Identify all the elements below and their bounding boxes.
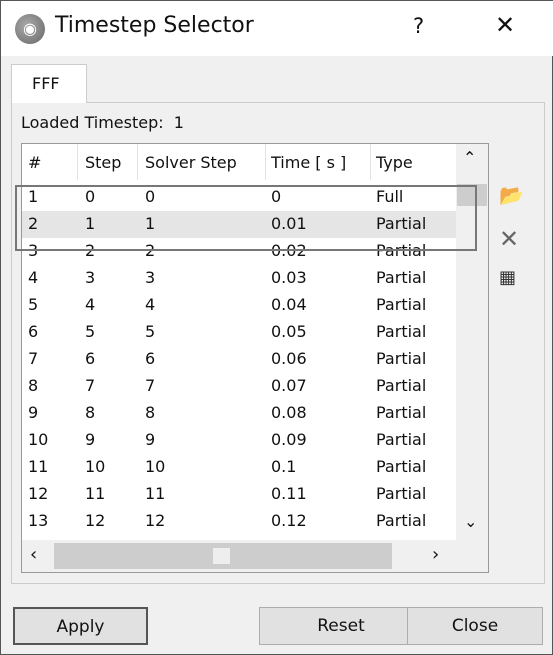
horizontal-scrollbar[interactable]: ‹ › [22, 540, 456, 572]
loaded-timestep: Loaded Timestep: 1 [21, 113, 184, 132]
table-cell: 0.09 [271, 430, 307, 449]
table-cell: 0.06 [271, 349, 307, 368]
table-cell: Partial [376, 376, 427, 395]
close-button[interactable]: Close [407, 607, 543, 645]
table-cell: 7 [85, 376, 96, 395]
table-row[interactable]: 4 3 3 0.03 Partial [22, 265, 456, 292]
table-cell: 13 [28, 511, 49, 530]
table-cell: Partial [376, 349, 427, 368]
table-cell: 0.1 [271, 457, 297, 476]
column-header[interactable]: Time [ s ] [271, 153, 346, 172]
delete-icon[interactable]: ✕ [499, 225, 519, 253]
table-cell: Partial [376, 457, 427, 476]
table-cell: 11 [85, 484, 106, 503]
column-header[interactable]: Type [376, 153, 413, 172]
table-row[interactable]: 11 10 10 0.1 Partial [22, 454, 456, 481]
table-cell: 8 [85, 403, 96, 422]
help-button[interactable]: ? [413, 14, 424, 38]
column-header[interactable]: # [28, 153, 41, 172]
table-header: # Step Solver Step Time [ s ] Type [22, 144, 456, 180]
table-cell: 7 [28, 349, 39, 368]
table-cell: Partial [376, 484, 427, 503]
scroll-up-icon[interactable]: ⌃ [463, 148, 476, 167]
table-row[interactable]: 6 5 5 0.05 Partial [22, 319, 456, 346]
loaded-value: 1 [173, 113, 184, 132]
table-row[interactable]: 12 11 11 0.11 Partial [22, 481, 456, 508]
reset-button[interactable]: Reset [259, 607, 423, 645]
table-cell: 0.07 [271, 376, 307, 395]
column-divider [77, 144, 78, 180]
column-divider [265, 144, 266, 180]
table-cell: Partial [376, 295, 427, 314]
table-cell: 4 [28, 268, 39, 287]
table-cell: 0.08 [271, 403, 307, 422]
film-icon[interactable]: ▦ [499, 267, 516, 288]
scroll-left-icon[interactable]: ‹ [30, 544, 37, 565]
table-row[interactable]: 10 9 9 0.09 Partial [22, 427, 456, 454]
open-folder-icon[interactable]: 📂 [499, 183, 524, 207]
table-cell: Partial [376, 430, 427, 449]
table-row[interactable]: 8 7 7 0.07 Partial [22, 373, 456, 400]
table-cell: 9 [145, 430, 156, 449]
column-header[interactable]: Step [85, 153, 121, 172]
window-title: Timestep Selector [55, 13, 254, 38]
highlight-outline [15, 185, 477, 251]
table-cell: 8 [145, 403, 156, 422]
table-cell: Partial [376, 403, 427, 422]
scroll-corner [456, 540, 488, 572]
table-row[interactable]: 13 12 12 0.12 Partial [22, 508, 456, 535]
table-cell: 11 [28, 457, 49, 476]
table-cell: 6 [145, 349, 156, 368]
table-cell: 0.11 [271, 484, 307, 503]
loaded-label: Loaded Timestep: [21, 113, 164, 132]
table-cell: 4 [145, 295, 156, 314]
table-cell: 9 [28, 403, 39, 422]
table-cell: 11 [145, 484, 166, 503]
tab-fff[interactable]: FFF [11, 64, 87, 103]
apply-button[interactable]: Apply [13, 607, 148, 645]
table-cell: 0.12 [271, 511, 307, 530]
table-cell: 10 [28, 430, 49, 449]
table-cell: 10 [145, 457, 166, 476]
table-cell: Partial [376, 322, 427, 341]
table-cell: 7 [145, 376, 156, 395]
horizontal-scroll-track[interactable] [54, 543, 392, 569]
column-header[interactable]: Solver Step [145, 153, 237, 172]
table-cell: 5 [85, 322, 96, 341]
table-cell: 0.04 [271, 295, 307, 314]
table-cell: 5 [145, 322, 156, 341]
app-eye-icon: ◉ [15, 14, 45, 44]
table-cell: 9 [85, 430, 96, 449]
column-divider [370, 144, 371, 180]
horizontal-scroll-thumb[interactable] [213, 548, 230, 564]
table-cell: 4 [85, 295, 96, 314]
table-cell: 12 [145, 511, 166, 530]
table-cell: 6 [28, 322, 39, 341]
table-cell: 8 [28, 376, 39, 395]
table-row[interactable]: 9 8 8 0.08 Partial [22, 400, 456, 427]
table-cell: 12 [85, 511, 106, 530]
table-row[interactable]: 5 4 4 0.04 Partial [22, 292, 456, 319]
scroll-right-icon[interactable]: › [432, 544, 439, 565]
table-cell: 6 [85, 349, 96, 368]
scroll-down-icon[interactable]: ⌄ [464, 512, 477, 531]
table-cell: Partial [376, 511, 427, 530]
title-bar: ◉ Timestep Selector ? ✕ [1, 1, 553, 56]
table-cell: 12 [28, 484, 49, 503]
table-row[interactable]: 7 6 6 0.06 Partial [22, 346, 456, 373]
close-icon[interactable]: ✕ [495, 11, 515, 39]
table-cell: 3 [85, 268, 96, 287]
table-cell: 10 [85, 457, 106, 476]
table-cell: 5 [28, 295, 39, 314]
column-divider [137, 144, 138, 180]
table-cell: 0.03 [271, 268, 307, 287]
table-cell: 0.05 [271, 322, 307, 341]
table-cell: Partial [376, 268, 427, 287]
table-cell: 3 [145, 268, 156, 287]
